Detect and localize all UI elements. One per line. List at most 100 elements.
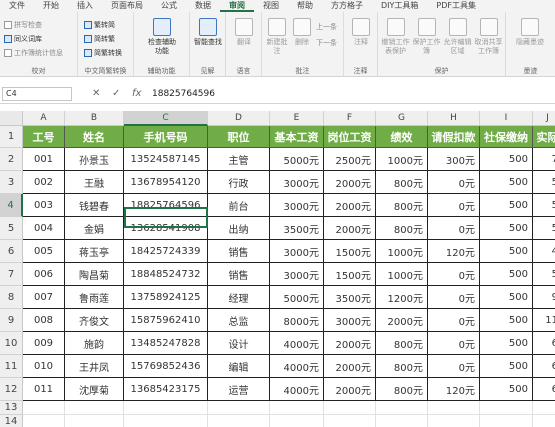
fx-icon[interactable]: fx (132, 87, 141, 101)
menu-tab[interactable]: 视图 (254, 0, 288, 12)
table-cell[interactable]: 005 (23, 240, 65, 263)
table-cell[interactable]: 800元 (376, 171, 428, 194)
table-cell[interactable]: 500 (480, 309, 533, 332)
table-cell[interactable]: 500 (480, 171, 533, 194)
menu-tab[interactable]: 页面布局 (102, 0, 152, 12)
row-header[interactable]: 4 (0, 194, 23, 217)
column-header[interactable]: G (376, 111, 428, 126)
row-header[interactable]: 10 (0, 332, 23, 355)
table-cell[interactable]: 5 (533, 171, 555, 194)
table-cell[interactable]: 1200元 (376, 286, 428, 309)
table-cell[interactable]: 沈厚菊 (65, 378, 124, 401)
table-cell[interactable]: 300元 (428, 148, 480, 171)
empty-cell[interactable] (324, 415, 376, 427)
row-header[interactable]: 3 (0, 171, 23, 194)
table-cell[interactable]: 13758924125 (124, 286, 208, 309)
table-cell[interactable]: 500 (480, 378, 533, 401)
table-cell[interactable]: 4000元 (270, 332, 324, 355)
confirm-icon[interactable]: ✓ (112, 87, 120, 101)
table-header-cell[interactable]: 基本工资 (270, 126, 324, 148)
row-header[interactable]: 9 (0, 309, 23, 332)
table-cell[interactable]: 500 (480, 148, 533, 171)
table-cell[interactable]: 800元 (376, 378, 428, 401)
table-cell[interactable]: 011 (23, 378, 65, 401)
table-cell[interactable]: 0元 (428, 355, 480, 378)
table-cell[interactable]: 800元 (376, 355, 428, 378)
table-cell[interactable]: 销售 (208, 263, 270, 286)
table-cell[interactable]: 出纳 (208, 217, 270, 240)
table-cell[interactable]: 3000元 (270, 171, 324, 194)
table-cell[interactable]: 007 (23, 286, 65, 309)
smart-lookup-button[interactable]: 智能查找 (191, 18, 225, 47)
table-cell[interactable]: 13524587145 (124, 148, 208, 171)
table-cell[interactable]: 1000元 (376, 263, 428, 286)
row-header[interactable]: 11 (0, 355, 23, 378)
empty-cell[interactable] (124, 401, 208, 415)
table-cell[interactable]: 王融 (65, 171, 124, 194)
conversion-button[interactable]: 简繁转换 (84, 48, 122, 58)
empty-cell[interactable] (23, 415, 65, 427)
table-cell[interactable]: 9 (533, 286, 555, 309)
table-cell[interactable]: 1000元 (376, 240, 428, 263)
table-header-cell[interactable]: 绩效 (376, 126, 428, 148)
table-cell[interactable]: 800元 (376, 217, 428, 240)
menu-tab[interactable]: 开始 (34, 0, 68, 12)
table-cell[interactable]: 0元 (428, 171, 480, 194)
menu-tab[interactable]: DIY工具箱 (372, 0, 427, 12)
empty-cell[interactable] (270, 415, 324, 427)
table-cell[interactable]: 0元 (428, 309, 480, 332)
select-all-corner[interactable] (0, 111, 23, 126)
table-cell[interactable]: 008 (23, 309, 65, 332)
table-cell[interactable]: 15769852436 (124, 355, 208, 378)
table-cell[interactable]: 5000元 (270, 286, 324, 309)
table-cell[interactable]: 009 (23, 332, 65, 355)
row-header[interactable]: 8 (0, 286, 23, 309)
empty-cell[interactable] (65, 415, 124, 427)
table-cell[interactable]: 总监 (208, 309, 270, 332)
column-header[interactable]: B (65, 111, 124, 126)
menu-tab[interactable]: 帮助 (288, 0, 322, 12)
table-cell[interactable]: 2000元 (324, 355, 376, 378)
table-header-cell[interactable]: 姓名 (65, 126, 124, 148)
table-cell[interactable]: 120元 (428, 378, 480, 401)
table-cell[interactable]: 2500元 (324, 148, 376, 171)
table-cell[interactable]: 设计 (208, 332, 270, 355)
table-cell[interactable]: 3500元 (324, 286, 376, 309)
table-cell[interactable]: 4000元 (270, 355, 324, 378)
table-cell[interactable]: 编辑 (208, 355, 270, 378)
table-cell[interactable]: 王井凤 (65, 355, 124, 378)
table-cell[interactable]: 15875962410 (124, 309, 208, 332)
table-cell[interactable]: 3000元 (270, 263, 324, 286)
table-cell[interactable]: 4 (533, 240, 555, 263)
table-cell[interactable]: 经理 (208, 286, 270, 309)
row-header[interactable]: 14 (0, 415, 23, 427)
table-cell[interactable]: 3000元 (324, 309, 376, 332)
table-cell[interactable]: 18848524732 (124, 263, 208, 286)
worksheet-grid[interactable]: A B C D E F G H I J 1 2 3 4 5 6 7 8 9 10 11 12 13 14 工号 姓名 手机号码 职位基… (0, 111, 555, 427)
table-header-cell[interactable]: 职位 (208, 126, 270, 148)
empty-cell[interactable] (124, 415, 208, 427)
formula-input[interactable]: 18825764596 (152, 87, 215, 101)
trad-to-simp-button[interactable]: 繁转简 (84, 20, 115, 30)
table-cell[interactable]: 500 (480, 286, 533, 309)
table-cell[interactable]: 2000元 (324, 378, 376, 401)
table-cell[interactable]: 3000元 (270, 240, 324, 263)
table-cell[interactable]: 钱碧春 (65, 194, 124, 217)
table-header-cell[interactable]: 实际 (533, 126, 555, 148)
empty-cell[interactable] (376, 401, 428, 415)
table-header-cell[interactable]: 手机号码 (124, 126, 208, 148)
table-cell[interactable]: 800元 (376, 332, 428, 355)
notes-button[interactable]: 注释 (344, 18, 378, 47)
table-cell[interactable]: 5 (533, 194, 555, 217)
unprotect-sheet-button[interactable]: 撤销工作表保护 (380, 18, 411, 56)
table-cell[interactable]: 6 (533, 355, 555, 378)
menu-tab[interactable]: 审阅 (220, 0, 254, 12)
table-cell[interactable]: 陶昌菊 (65, 263, 124, 286)
column-header[interactable]: D (208, 111, 270, 126)
table-header-cell[interactable]: 请假扣款 (428, 126, 480, 148)
workbook-statistics-button[interactable]: 工作簿统计信息 (4, 48, 63, 58)
table-cell[interactable]: 0元 (428, 286, 480, 309)
table-cell[interactable]: 4000元 (270, 378, 324, 401)
table-cell[interactable]: 蒋玉亭 (65, 240, 124, 263)
table-cell[interactable]: 18825764596 (124, 194, 208, 217)
